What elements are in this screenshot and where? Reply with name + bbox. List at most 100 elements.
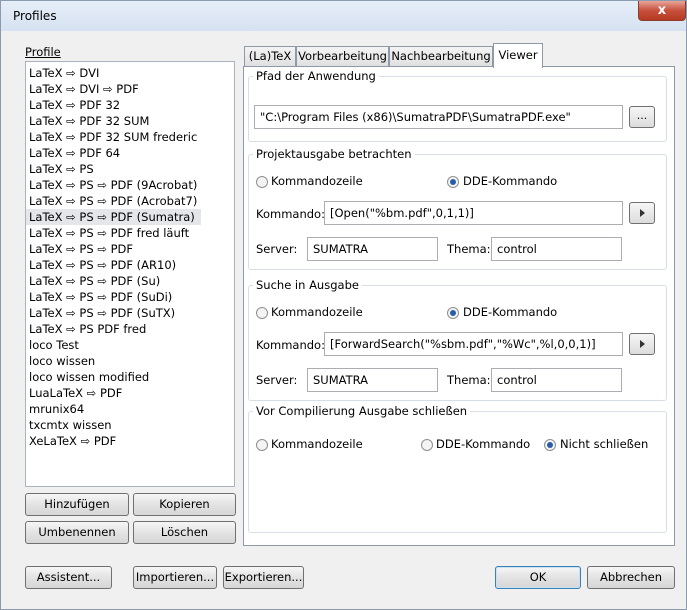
profile-list-item[interactable]: LaTeX ⇨ PS ⇨ PDF (AR10) [26, 257, 234, 273]
profile-list-item[interactable]: LaTeX ⇨ PS ⇨ PDF (Su) [26, 273, 234, 289]
profile-list[interactable]: LaTeX ⇨ DVI LaTeX ⇨ DVI ⇨ PDF LaTeX ⇨ PDF … [25, 61, 235, 487]
profile-list-item-label: LaTeX ⇨ DVI ⇨ PDF [29, 82, 139, 96]
project-server-field[interactable]: SUMATRA [307, 237, 438, 261]
rename-profile-label: Umbenennen [38, 525, 116, 539]
play-arrow-icon [639, 209, 645, 217]
profile-list-item[interactable]: XeLaTeX ⇨ PDF [26, 433, 234, 449]
project-server-label: Server: [256, 242, 298, 256]
search-topic-field[interactable]: control [491, 368, 622, 392]
project-topic-label: Thema: [447, 242, 491, 256]
browse-button[interactable]: ... [629, 106, 655, 128]
add-profile-button[interactable]: Hinzufügen [25, 493, 129, 516]
search-cmdline-label: Kommandozeile [271, 305, 363, 319]
import-label: Importieren... [135, 570, 215, 584]
profile-list-item[interactable]: LaTeX ⇨ PS ⇨ PDF (Acrobat7) [26, 193, 234, 209]
copy-profile-button[interactable]: Kopieren [133, 493, 236, 516]
profile-list-item[interactable]: LaTeX ⇨ PS ⇨ PDF fred läuft [26, 225, 234, 241]
profile-list-item-label: LaTeX ⇨ PS ⇨ PDF (Sumatra) [26, 209, 201, 225]
search-cmdline-radio[interactable] [256, 307, 268, 319]
profile-list-item[interactable]: LaTeX ⇨ PDF 64 [26, 145, 234, 161]
rename-profile-button[interactable]: Umbenennen [25, 521, 129, 544]
profile-list-item-label: LaTeX ⇨ PS ⇨ PDF (AR10) [29, 258, 177, 272]
delete-profile-button[interactable]: Löschen [133, 521, 236, 544]
profile-list-item-label: XeLaTeX ⇨ PDF [29, 434, 117, 448]
tab-preprocessing[interactable]: Vorbearbeitung [296, 46, 389, 66]
project-command-field[interactable]: [Open("%bm.pdf",0,1,1)] [324, 201, 623, 225]
export-button[interactable]: Exportieren... [223, 566, 304, 589]
close-before-compile-group [248, 411, 667, 533]
close-icon: x [657, 3, 667, 18]
profile-list-item[interactable]: LaTeX ⇨ PS ⇨ PDF (SuTX) [26, 305, 234, 321]
profile-list-item-label: LuaLaTeX ⇨ PDF [29, 386, 123, 400]
profile-list-item-label: LaTeX ⇨ PS [29, 162, 94, 176]
profile-list-item[interactable]: LaTeX ⇨ PS PDF fred [26, 321, 234, 337]
cancel-button[interactable]: Abbrechen [587, 566, 675, 589]
profile-list-item[interactable]: LaTeX ⇨ PDF 32 SUM frederic [26, 129, 234, 145]
profile-list-item[interactable]: LuaLaTeX ⇨ PDF [26, 385, 234, 401]
viewer-tab-panel: Pfad der Anwendung "C:\Program Files (x8… [243, 66, 675, 546]
profile-list-item-label: LaTeX ⇨ PDF 32 SUM frederic [29, 130, 198, 144]
close-cmdline-radio[interactable] [256, 439, 268, 451]
browse-label: ... [636, 109, 648, 122]
project-dde-label: DDE-Kommando [463, 174, 558, 188]
ok-label: OK [529, 570, 547, 584]
play-arrow-icon [639, 340, 645, 348]
profile-list-item[interactable]: LaTeX ⇨ PDF 32 [26, 97, 234, 113]
project-dde-radio[interactable] [447, 176, 459, 188]
profile-list-item[interactable]: loco wissen [26, 353, 234, 369]
tab-viewer-label: Viewer [498, 48, 538, 62]
profile-list-item[interactable]: LaTeX ⇨ PS ⇨ PDF (9Acrobat) [26, 177, 234, 193]
wizard-button[interactable]: Assistent... [25, 566, 112, 589]
ok-button[interactable]: OK [495, 566, 581, 589]
export-label: Exportieren... [224, 570, 303, 584]
profile-list-item-label: loco wissen [29, 354, 96, 368]
window-title: Profiles [13, 9, 57, 23]
cancel-label: Abbrechen [600, 570, 662, 584]
profile-list-item-label: LaTeX ⇨ PS ⇨ PDF (9Acrobat) [29, 178, 198, 192]
profile-list-item[interactable]: loco Test [26, 337, 234, 353]
profile-list-item-label: LaTeX ⇨ PS ⇨ PDF (SuDi) [29, 290, 173, 304]
tab-viewer[interactable]: Viewer [493, 43, 543, 68]
import-button[interactable]: Importieren... [133, 566, 217, 589]
profile-list-item-label: LaTeX ⇨ PDF 64 [29, 146, 121, 160]
profile-list-item-label: loco wissen modified [29, 370, 150, 384]
project-command-menu-button[interactable] [629, 202, 655, 224]
profile-list-item[interactable]: LaTeX ⇨ PS ⇨ PDF (SuDi) [26, 289, 234, 305]
close-cmdline-label: Kommandozeile [271, 437, 363, 451]
profile-list-item[interactable]: LaTeX ⇨ PS [26, 161, 234, 177]
search-command-field[interactable]: [ForwardSearch("%sbm.pdf","%Wc",%l,0,0,1… [324, 332, 623, 356]
profile-list-item[interactable]: LaTeX ⇨ PS ⇨ PDF [26, 241, 234, 257]
tab-postprocessing[interactable]: Nachbearbeitung [389, 46, 493, 66]
app-path-title: Pfad der Anwendung [253, 69, 379, 83]
wizard-label: Assistent... [36, 570, 101, 584]
profile-list-item-label: mrunix64 [29, 402, 85, 416]
project-cmdline-radio[interactable] [256, 176, 268, 188]
copy-profile-label: Kopieren [159, 497, 210, 511]
profiles-dialog: Profiles x Profile LaTeX ⇨ DVI LaTeX ⇨ DV… [0, 0, 687, 610]
profile-list-item-label: txcmtx wissen [29, 418, 112, 432]
tab-postprocessing-label: Nachbearbeitung [391, 49, 491, 63]
add-profile-label: Hinzufügen [44, 497, 110, 511]
tab-latex[interactable]: (La)TeX [244, 46, 296, 66]
profile-list-item[interactable]: loco wissen modified [26, 369, 234, 385]
app-path-field[interactable]: "C:\Program Files (x86)\SumatraPDF\Sumat… [254, 105, 623, 129]
search-dde-radio[interactable] [447, 307, 459, 319]
close-none-radio[interactable] [544, 439, 556, 451]
tab-latex-label: (La)TeX [248, 49, 292, 63]
profile-list-item-label: LaTeX ⇨ PDF 32 [29, 98, 121, 112]
profile-list-item[interactable]: txcmtx wissen [26, 417, 234, 433]
profile-list-item[interactable]: LaTeX ⇨ DVI [26, 65, 234, 81]
profile-list-item-label: LaTeX ⇨ PS ⇨ PDF (Acrobat7) [29, 194, 198, 208]
close-dde-radio[interactable] [421, 439, 433, 451]
profile-list-item-label: LaTeX ⇨ PS PDF fred [29, 322, 147, 336]
project-cmdline-label: Kommandozeile [271, 174, 363, 188]
profile-list-item[interactable]: mrunix64 [26, 401, 234, 417]
profile-list-item[interactable]: LaTeX ⇨ PS ⇨ PDF (Sumatra) [26, 209, 234, 225]
search-command-menu-button[interactable] [629, 333, 655, 355]
profile-list-item[interactable]: LaTeX ⇨ PDF 32 SUM [26, 113, 234, 129]
project-topic-field[interactable]: control [491, 237, 622, 261]
profile-list-item[interactable]: LaTeX ⇨ DVI ⇨ PDF [26, 81, 234, 97]
search-server-field[interactable]: SUMATRA [307, 368, 438, 392]
close-button[interactable]: x [638, 1, 686, 21]
profile-list-item-label: LaTeX ⇨ PS ⇨ PDF fred läuft [29, 226, 190, 240]
